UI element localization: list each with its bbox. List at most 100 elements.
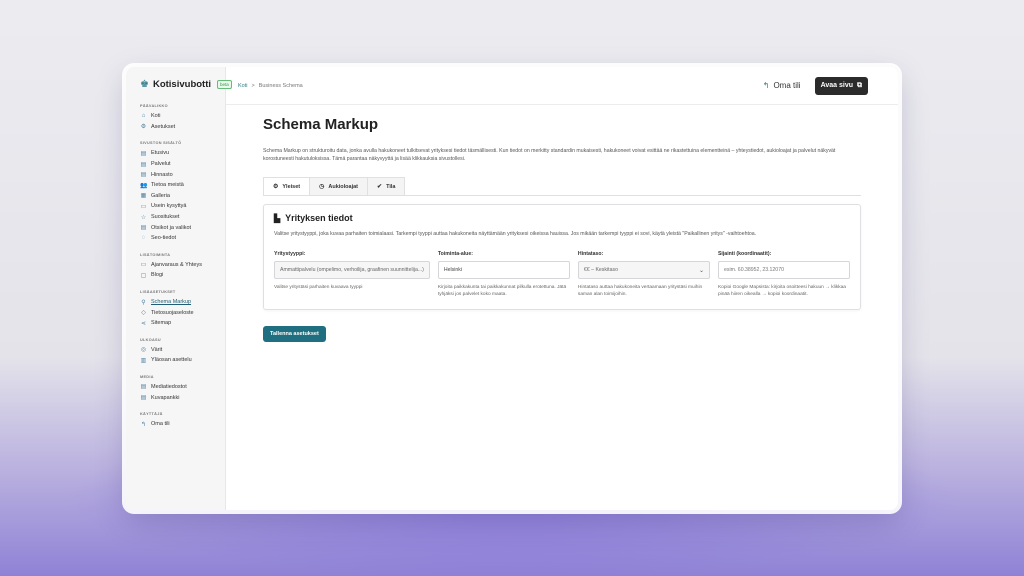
- sidebar-item-värit[interactable]: ◎ Värit: [140, 345, 217, 356]
- sidebar-nav: PÄÄVALIKKO ⌂ Koti ⚙ Asetukset SIVUSTON SISÄLT…: [140, 104, 217, 429]
- breadcrumb: Koti > Business Schema: [238, 83, 303, 89]
- sidebar-item-schema-markup[interactable]: ⚲ Schema Markup: [140, 297, 217, 308]
- card-title: ▙ Yrityksen tiedot: [274, 213, 850, 223]
- nav-item-label: Koti: [151, 113, 161, 120]
- card-title-text: Yrityksen tiedot: [285, 213, 353, 224]
- nav-heading: ULKOASU: [140, 337, 161, 342]
- tab-label: Aukioloajat: [328, 183, 359, 190]
- tab-yleiset[interactable]: ⚙ Yleiset: [263, 177, 311, 196]
- brand[interactable]: ♚ Kotisivubotti beta: [140, 79, 232, 90]
- nav-item-icon: ▤: [140, 225, 147, 232]
- nav-item-icon: ▤: [140, 384, 147, 391]
- sidebar-item-mediatiedostot[interactable]: ▤ Mediatiedostot: [140, 382, 217, 393]
- nav-item-label: Yläosan asettelu: [151, 357, 192, 364]
- sidebar-item-sitemap[interactable]: ⋖ Sitemap: [140, 318, 217, 329]
- field-help: Kopioi Google Mapsista: kirjoita osoitte…: [717, 285, 846, 298]
- nav-item-icon: ◌: [141, 235, 146, 242]
- field-help: Valitse yritystäsi parhaiten kuvaava tyy…: [274, 285, 363, 291]
- sidebar-item-suositukset[interactable]: ☆ Suositukset: [140, 212, 217, 223]
- sidebar-item-yläosan-asettelu[interactable]: ▥ Yläosan asettelu: [140, 355, 217, 366]
- field-label: Toiminta-alue:: [437, 251, 473, 258]
- nav-item-label: Tietoa meistä: [151, 182, 184, 189]
- service-area-field: Toiminta-alue: Helsinki Kirjoita paikkak…: [437, 251, 570, 298]
- sidebar-item-koti[interactable]: ⌂ Koti: [140, 111, 217, 122]
- nav-item-label: Schema Markup: [151, 299, 192, 306]
- nav-item-icon: ☆: [140, 214, 147, 221]
- nav-heading: LISÄTOIMINTA: [140, 252, 171, 257]
- nav-section: PÄÄVALIKKO ⌂ Koti ⚙ Asetukset: [140, 104, 217, 132]
- field-label: Sijainti (koordinaatit):: [717, 251, 772, 258]
- service-area-input[interactable]: Helsinki: [437, 261, 570, 280]
- sidebar-item-otsikot-ja-valikot[interactable]: ▤ Otsikot ja valikot: [140, 222, 217, 233]
- sidebar-item-ajanvaraus-yhteys[interactable]: ▭ Ajanvaraus & Yhteys: [140, 260, 217, 271]
- nav-section: KÄYTTÄJÄ ↰ Oma tili: [140, 412, 217, 430]
- account-link[interactable]: ↰ Oma tili: [763, 81, 801, 90]
- nav-item-label: Mediatiedostot: [151, 383, 187, 390]
- coordinates-input[interactable]: esim. 60.38952, 23.12070: [717, 261, 851, 280]
- nav-item-label: Kuvapankki: [151, 394, 180, 401]
- nav-item-label: Ajanvaraus & Yhteys: [151, 261, 202, 268]
- sidebar-item-etusivu[interactable]: ▤ Etusivu: [140, 148, 217, 159]
- clock-icon: ◷: [319, 184, 325, 191]
- sidebar-item-tietoa-meistä[interactable]: 👥 Tietoa meistä: [140, 180, 217, 191]
- sidebar-item-seo-tiedot[interactable]: ◌ Seo-tiedot: [140, 233, 217, 244]
- business-type-select[interactable]: Ammattipalvelu (ompelimo, verhoilija, gr…: [274, 261, 430, 280]
- return-arrow-icon: ↰: [762, 81, 770, 90]
- storefront-icon: ▙: [274, 213, 281, 223]
- field-help: Kirjoita paikkakunta tai paikkakunnat pi…: [437, 285, 567, 298]
- breadcrumb-current: Business Schema: [258, 82, 303, 89]
- nav-item-label: Sitemap: [151, 320, 172, 327]
- sidebar-item-oma-tili[interactable]: ↰ Oma tili: [140, 419, 217, 430]
- tab-tila[interactable]: ✔ Tila: [367, 177, 406, 196]
- nav-item-label: Asetukset: [151, 123, 176, 130]
- price-level-select[interactable]: €€ – Keskitaso ⌄: [577, 261, 710, 280]
- sidebar-item-asetukset[interactable]: ⚙ Asetukset: [140, 122, 217, 133]
- nav-heading: PÄÄVALIKKO: [140, 104, 168, 108]
- business-info-card: ▙ Yrityksen tiedot Valitse yritystyyppi,…: [263, 204, 861, 310]
- tab-label: Tila: [386, 183, 396, 190]
- save-settings-button[interactable]: Tallenna asetukset: [263, 325, 326, 342]
- nav-item-icon: ▥: [140, 357, 147, 364]
- fields-row: Yritystyyppi: Ammattipalvelu (ompelimo, …: [274, 251, 851, 298]
- main-area: Koti > Business Schema ↰ Oma tili Avaa s…: [226, 67, 898, 510]
- field-help: Hintataso auttaa hakukoneita vertaamaan …: [577, 285, 703, 298]
- nav-section: MEDIA ▤ Mediatiedostot ▤ Kuvapankki: [140, 375, 217, 403]
- breadcrumb-home[interactable]: Koti: [238, 83, 247, 89]
- nav-item-label: Hinnasto: [151, 171, 173, 178]
- nav-section: LISÄTOIMINTA ▭ Ajanvaraus & Yhteys ▢ Blogi: [140, 253, 217, 281]
- nav-item-icon: ▤: [140, 150, 147, 157]
- sidebar-item-palvelut[interactable]: ▤ Palvelut: [140, 159, 217, 170]
- price-level-field: Hintataso: €€ – Keskitaso ⌄ Hintataso au…: [577, 251, 710, 298]
- page-title: Schema Markup: [263, 116, 379, 133]
- nav-item-icon: ▤: [140, 395, 147, 402]
- open-site-button[interactable]: Avaa sivu ⧉: [814, 76, 868, 95]
- page-content: Schema Markup Schema Markup on strukturo…: [226, 105, 898, 342]
- coordinates-field: Sijainti (koordinaatit): esim. 60.38952,…: [717, 251, 851, 298]
- breadcrumb-separator: >: [251, 82, 255, 89]
- account-label: Oma tili: [773, 81, 801, 90]
- nav-item-label: Usein kysyttyä: [151, 203, 187, 210]
- nav-section: SIVUSTON SISÄLTÖ ▤ Etusivu ▤ Palvelut ▤ Hinnas…: [140, 141, 217, 243]
- nav-item-label: Seo-tiedot: [151, 235, 177, 242]
- sidebar-item-blogi[interactable]: ▢ Blogi: [140, 270, 217, 281]
- sidebar: ♚ Kotisivubotti beta PÄÄVALIKKO ⌂ Koti ⚙ Ase…: [126, 67, 232, 510]
- robot-logo-icon: ♚: [140, 79, 149, 90]
- sidebar-item-tietosuojaseloste[interactable]: ◇ Tietosuojaseloste: [140, 307, 217, 318]
- nav-item-label: Suositukset: [151, 214, 180, 221]
- sidebar-item-hinnasto[interactable]: ▤ Hinnasto: [140, 169, 217, 180]
- sidebar-item-galleria[interactable]: ▦ Galleria: [140, 191, 217, 202]
- check-circle-icon: ✔: [377, 184, 383, 191]
- nav-item-icon: ⚲: [141, 299, 146, 306]
- nav-item-label: Otsikot ja valikot: [151, 224, 192, 231]
- nav-heading: SIVUSTON SISÄLTÖ: [140, 141, 182, 146]
- sidebar-item-usein-kysyttyä[interactable]: ▭ Usein kysyttyä: [140, 201, 217, 212]
- price-level-value: €€ – Keskitaso: [583, 267, 618, 274]
- app-window: ♚ Kotisivubotti beta PÄÄVALIKKO ⌂ Koti ⚙ Ase…: [126, 67, 898, 510]
- sidebar-item-kuvapankki[interactable]: ▤ Kuvapankki: [140, 392, 217, 403]
- nav-heading: LISÄASETUKSET: [140, 289, 176, 294]
- nav-item-icon: ▤: [140, 161, 147, 168]
- nav-item-icon: ⋖: [140, 320, 147, 327]
- nav-item-icon: ↰: [140, 421, 147, 428]
- external-link-icon: ⧉: [857, 81, 862, 89]
- tab-aukioloajat[interactable]: ◷ Aukioloajat: [309, 177, 369, 196]
